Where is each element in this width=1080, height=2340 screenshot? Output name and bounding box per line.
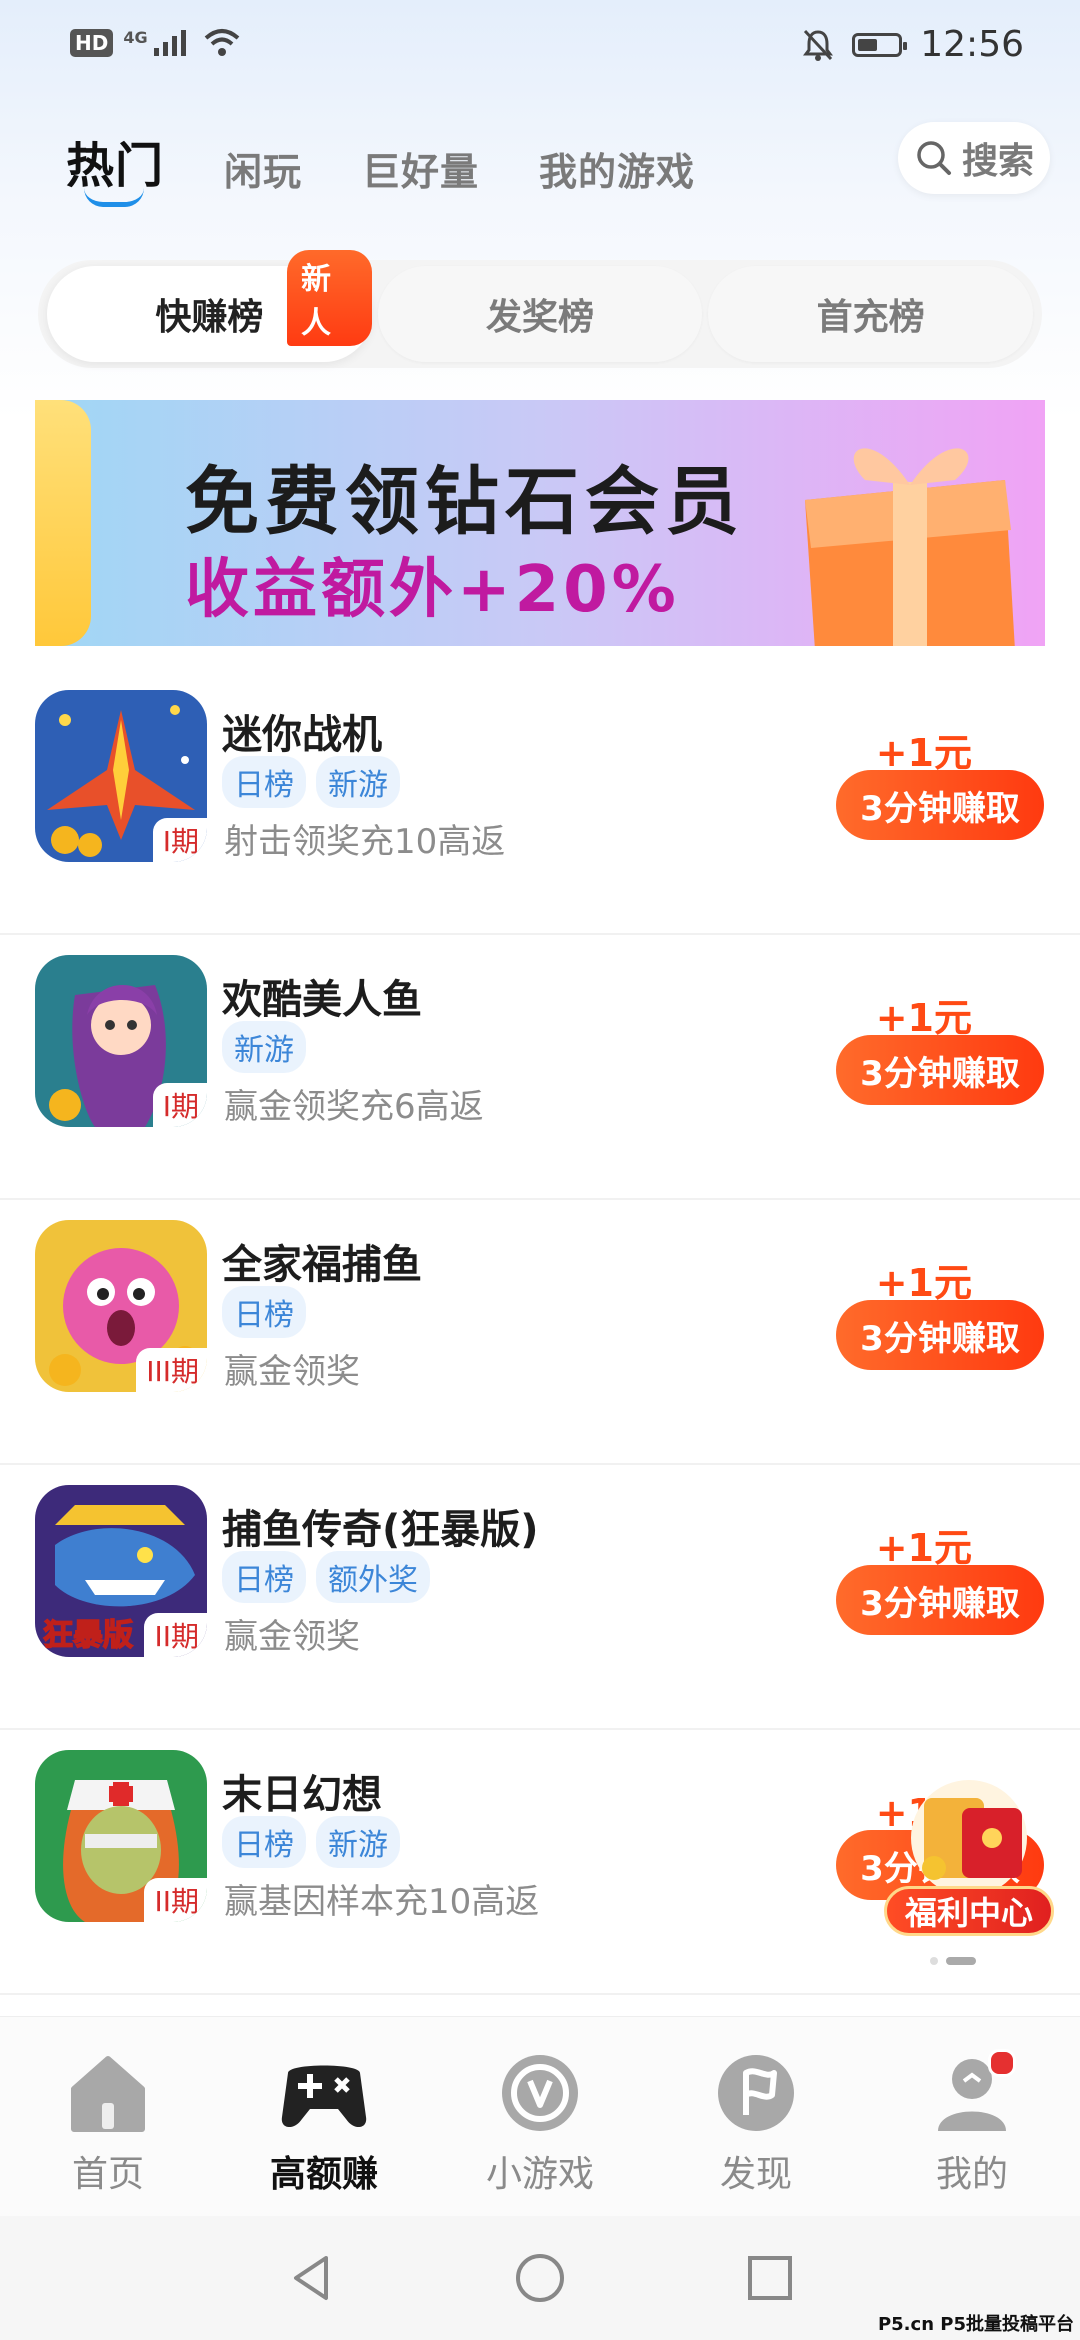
- gift-box-icon: [805, 448, 1015, 646]
- game-title: 全家福捕鱼: [222, 1242, 422, 1288]
- game-row[interactable]: I期 欢酷美人鱼 新游 赢金领奖充6高返 +1元 3分钟赚取: [0, 935, 1080, 1200]
- period-label: I期: [152, 1083, 207, 1127]
- game-title: 迷你战机: [222, 712, 382, 758]
- tag-new-game: 新游: [222, 1021, 306, 1073]
- earn-button[interactable]: 3分钟赚取: [836, 1565, 1044, 1635]
- tab-prize-rank[interactable]: 发奖榜: [377, 266, 703, 362]
- period-label: II期: [144, 1613, 207, 1657]
- game-row[interactable]: I期 迷你战机 日榜 新游 射击领奖充10高返 +1元 3分钟赚取: [0, 670, 1080, 935]
- page-dot-active: [946, 1957, 976, 1965]
- nav-discover-label: 发现: [719, 2154, 792, 2195]
- game-row[interactable]: III期 全家福捕鱼 日榜 赢金领奖 +1元 3分钟赚取: [0, 1200, 1080, 1465]
- home-circle-icon[interactable]: [512, 2250, 568, 2306]
- tab-my-games[interactable]: 我的游戏: [539, 141, 695, 196]
- tag-extra-reward: 额外奖: [316, 1551, 430, 1603]
- nav-mini-games-label: 小游戏: [485, 2154, 594, 2195]
- page-dot: [930, 1957, 938, 1965]
- wifi-icon: [204, 29, 239, 56]
- tab-casual[interactable]: 闲玩: [224, 141, 302, 196]
- earn-button[interactable]: 3分钟赚取: [836, 770, 1044, 840]
- nav-home[interactable]: 首页: [8, 2053, 208, 2197]
- earn-button[interactable]: 3分钟赚取: [836, 1035, 1044, 1105]
- gamepad-icon: [281, 2065, 367, 2128]
- pufferfish-icon: III期: [35, 1220, 207, 1392]
- back-triangle-icon[interactable]: [284, 2250, 340, 2306]
- tab-quick-earn-label: 快赚榜: [155, 297, 264, 338]
- status-bar: HD 4G 12:56: [0, 0, 1080, 92]
- period-label: II期: [144, 1878, 207, 1922]
- jet-fighter-icon: I期: [35, 690, 207, 862]
- notification-dot: [988, 2049, 1016, 2077]
- nav-discover[interactable]: 发现: [656, 2053, 856, 2197]
- search-label: 搜索: [961, 141, 1034, 182]
- nav-mini-games[interactable]: 小游戏: [440, 2053, 640, 2197]
- promo-banner[interactable]: 免费领钻石会员 收益额外+20%: [35, 400, 1045, 646]
- game-title: 末日幻想: [222, 1772, 382, 1818]
- game-row[interactable]: 狂暴版 II期 捕鱼传奇(狂暴版) 日榜 额外奖 赢金领奖 +1元 3分钟赚取: [0, 1465, 1080, 1730]
- game-title: 捕鱼传奇(狂暴版): [222, 1507, 539, 1553]
- search-button[interactable]: 搜索: [898, 122, 1050, 194]
- active-tab-indicator: [84, 188, 144, 207]
- welfare-center-button[interactable]: 福利中心: [884, 1768, 1054, 1936]
- period-label: I期: [152, 818, 207, 862]
- banner-previous-slide[interactable]: [35, 400, 91, 646]
- nav-home-label: 首页: [71, 2154, 144, 2195]
- reward-amount: +1元: [875, 1526, 972, 1570]
- game-title: 欢酷美人鱼: [222, 977, 422, 1023]
- network-type: 4G: [123, 28, 148, 47]
- tag-new-game: 新游: [316, 1816, 400, 1868]
- reward-amount: +1元: [875, 731, 972, 775]
- battery-icon: [852, 32, 908, 57]
- tab-hot[interactable]: 热门: [66, 126, 165, 207]
- game-description: 赢金领奖: [224, 1352, 360, 1392]
- tab-quick-earn[interactable]: 快赚榜 新人: [47, 250, 372, 362]
- nav-high-earn[interactable]: 高额赚: [224, 2053, 424, 2197]
- game-description: 赢金领奖充6高返: [224, 1087, 484, 1127]
- tab-first-recharge[interactable]: 首充榜: [708, 266, 1034, 362]
- system-nav-bar: P5.cn P5批量投稿平台: [0, 2216, 1080, 2340]
- tab-big-volume[interactable]: 巨好量: [362, 141, 479, 196]
- nurse-zombie-icon: II期: [35, 1750, 207, 1922]
- pagination-dots: [930, 1957, 976, 1965]
- search-icon: [917, 141, 951, 175]
- earn-button[interactable]: 3分钟赚取: [836, 1300, 1044, 1370]
- tag-new-game: 新游: [316, 756, 400, 808]
- home-icon: [71, 2056, 145, 2132]
- nav-profile-label: 我的: [935, 2154, 1008, 2195]
- mini-game-icon: [502, 2055, 578, 2131]
- battery-level: [858, 38, 878, 51]
- reward-amount: +1元: [875, 1261, 972, 1305]
- banner-subtitle: 收益额外+20%: [185, 553, 680, 627]
- tab-hot-label: 热门: [66, 138, 165, 194]
- watermark: P5.cn P5批量投稿平台: [877, 2314, 1074, 2335]
- discover-flag-icon: [718, 2055, 794, 2131]
- game-description: 射击领奖充10高返: [224, 822, 506, 862]
- game-description: 赢基因样本充10高返: [224, 1882, 540, 1922]
- signal-icon: [153, 30, 186, 56]
- banner-title: 免费领钻石会员: [185, 459, 745, 545]
- new-user-badge: 新人: [287, 250, 372, 346]
- tag-daily: 日榜: [222, 1551, 306, 1603]
- recent-apps-icon[interactable]: [742, 2250, 798, 2306]
- tag-daily: 日榜: [222, 1816, 306, 1868]
- bottom-nav: 首页 高额赚 小游戏 发现 我的: [0, 2016, 1080, 2217]
- tag-daily: 日榜: [222, 1286, 306, 1338]
- bell-muted-icon: [803, 29, 834, 61]
- clock: 12:56: [920, 24, 1024, 65]
- top-tab-bar: 热门 闲玩 巨好量 我的游戏: [66, 126, 755, 207]
- shark-icon: 狂暴版 II期: [35, 1485, 207, 1657]
- hd-indicator: HD: [70, 29, 114, 57]
- red-envelope-icon: [911, 1780, 1027, 1896]
- rank-tab-bar: 快赚榜 新人 发奖榜 首充榜: [38, 250, 1042, 368]
- nav-high-earn-label: 高额赚: [269, 2154, 378, 2195]
- mermaid-icon: I期: [35, 955, 207, 1127]
- nav-profile[interactable]: 我的: [872, 2049, 1072, 2197]
- reward-amount: +1元: [875, 996, 972, 1040]
- game-description: 赢金领奖: [224, 1617, 360, 1657]
- tag-daily: 日榜: [222, 756, 306, 808]
- welfare-center-label: 福利中心: [884, 1886, 1054, 1936]
- icon-caption: 狂暴版: [43, 1618, 133, 1653]
- period-label: III期: [136, 1348, 207, 1392]
